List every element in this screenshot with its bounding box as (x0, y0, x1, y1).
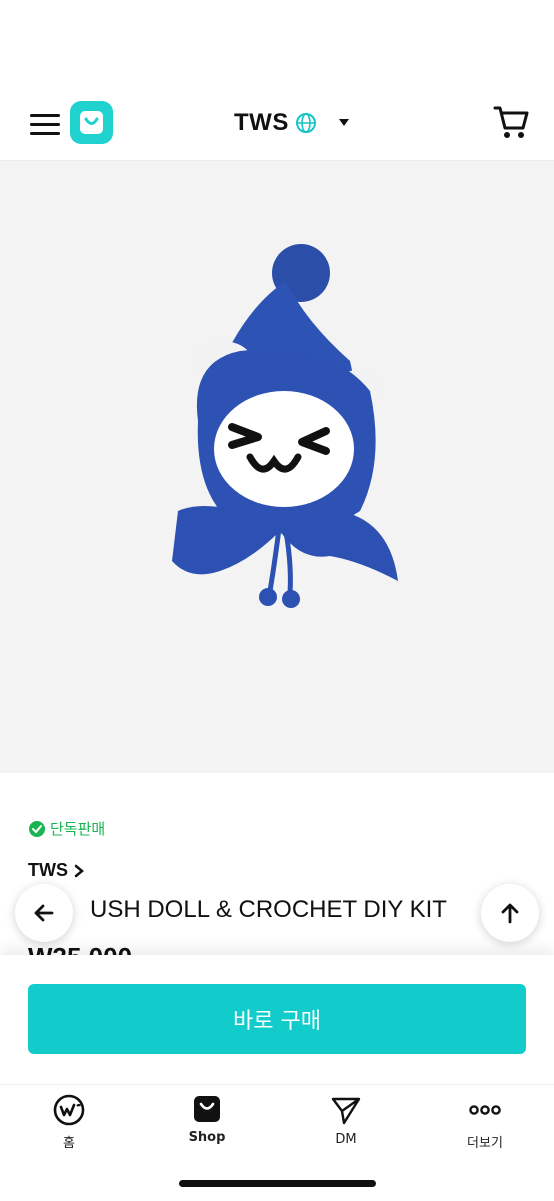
scroll-top-button[interactable] (481, 884, 539, 942)
paper-plane-icon (331, 1097, 361, 1125)
weverse-w-icon (53, 1094, 85, 1126)
tab-home-label: 홈 (63, 1136, 75, 1151)
badge-label: 단독판매 (50, 820, 106, 838)
tab-home[interactable]: 홈 (19, 1094, 119, 1151)
home-indicator (179, 1180, 376, 1187)
product-title: USH DOLL & CROCHET DIY KIT (90, 896, 447, 923)
tab-dm[interactable]: DM (296, 1094, 396, 1147)
arrow-up-icon (501, 903, 519, 924)
tab-shop-label: Shop (188, 1130, 226, 1145)
tab-more[interactable]: 더보기 (435, 1094, 535, 1151)
artist-selector[interactable]: TWS (234, 108, 357, 138)
cart-icon[interactable] (492, 104, 530, 140)
product-image (0, 161, 554, 773)
arrow-left-icon (34, 904, 54, 922)
artist-link-label: TWS (28, 860, 68, 880)
more-dots-icon (469, 1105, 501, 1115)
back-button[interactable] (15, 884, 73, 942)
exclusive-badge: 단독판매 (28, 818, 105, 839)
shop-logo-icon[interactable] (70, 101, 113, 144)
chevron-right-icon (74, 864, 84, 877)
artist-name: TWS (234, 109, 289, 136)
tab-shop[interactable]: Shop (157, 1094, 257, 1145)
hamburger-menu-icon[interactable] (30, 112, 60, 136)
artist-link[interactable]: TWS (28, 860, 84, 881)
verified-check-icon (29, 820, 45, 837)
globe-icon (295, 113, 316, 133)
caret-down-icon (338, 119, 349, 126)
tab-more-label: 더보기 (467, 1136, 503, 1151)
tab-dm-label: DM (335, 1132, 357, 1147)
buy-now-button[interactable]: 바로 구매 (28, 984, 526, 1054)
shop-bag-icon (194, 1096, 220, 1122)
